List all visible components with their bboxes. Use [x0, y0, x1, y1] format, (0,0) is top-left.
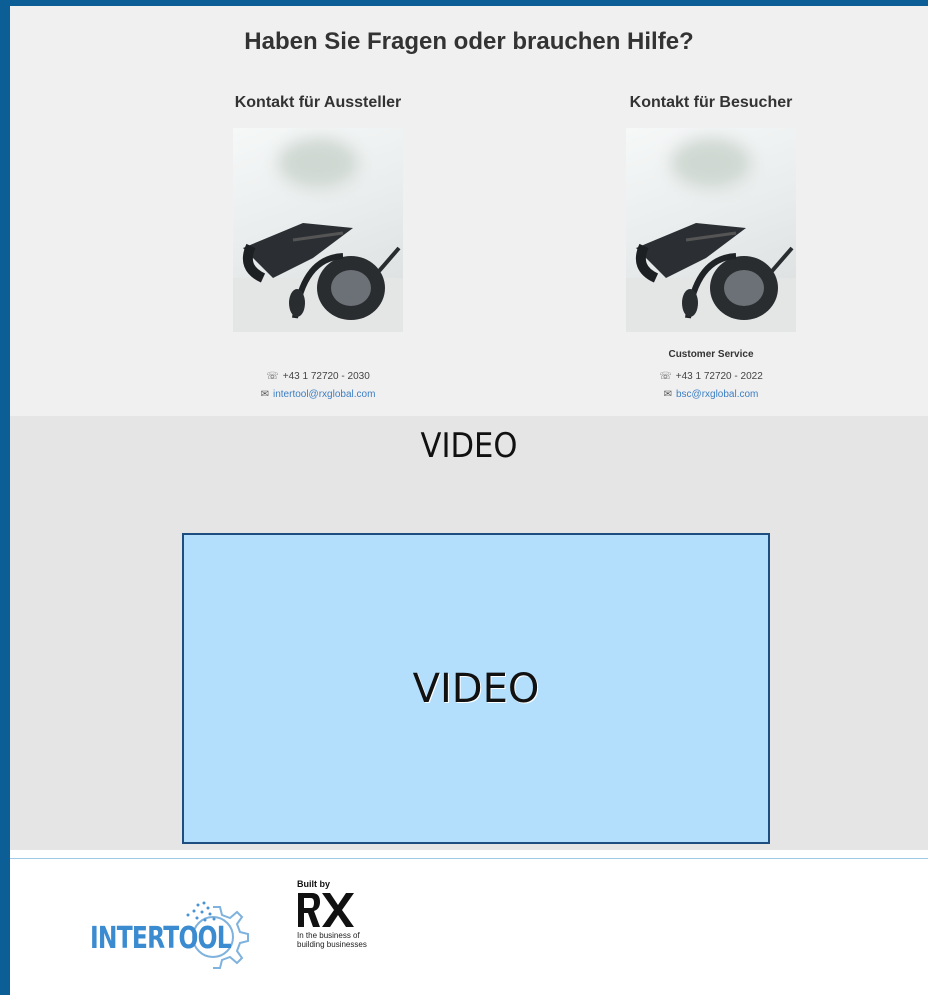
video-section: VIDEO VIDEO [10, 416, 928, 850]
video-section-title: VIDEO [420, 426, 518, 466]
customer-service-label: Customer Service [668, 349, 754, 360]
visitor-email-link[interactable]: ✉ bsc@rxglobal.com [531, 388, 891, 402]
envelope-icon: ✉ [260, 389, 269, 400]
rx-tagline: In the business of building businesses [297, 931, 367, 949]
contact-section: Haben Sie Fragen oder brauchen Hilfe? Ko… [10, 6, 928, 416]
headset-phone-photo [233, 128, 403, 332]
visitor-contact-title: Kontakt für Besucher [629, 94, 793, 111]
headset-phone-photo [626, 128, 796, 332]
visitor-contact: Kontakt für Besucher Customer Service ☏ +… [531, 92, 891, 402]
contact-heading: Haben Sie Fragen oder brauchen Hilfe? [244, 28, 694, 55]
built-by-label: Built by [297, 879, 330, 889]
intertool-wordmark: INTERTOOL [90, 921, 232, 956]
visitor-phone: ☏ +43 1 72720 - 2022 [659, 371, 763, 382]
exhibitor-contact: Kontakt für Aussteller ☏ +43 1 72720 - 20… [138, 92, 498, 402]
video-player-placeholder[interactable]: VIDEO [182, 533, 770, 844]
telephone-icon: ☏ [659, 371, 672, 382]
footer: INTERTOOL Built by In the business of bu… [10, 859, 928, 995]
left-frame-border [0, 0, 10, 995]
telephone-icon: ☏ [266, 371, 279, 382]
exhibitor-phone: ☏ +43 1 72720 - 2030 [266, 371, 370, 382]
exhibitor-email-link[interactable]: ✉ intertool@rxglobal.com [138, 388, 498, 402]
video-placeholder-label: VIDEO [412, 665, 540, 712]
rx-logo-icon [298, 893, 354, 927]
exhibitor-contact-title: Kontakt für Aussteller [234, 94, 402, 111]
envelope-icon: ✉ [663, 389, 672, 400]
